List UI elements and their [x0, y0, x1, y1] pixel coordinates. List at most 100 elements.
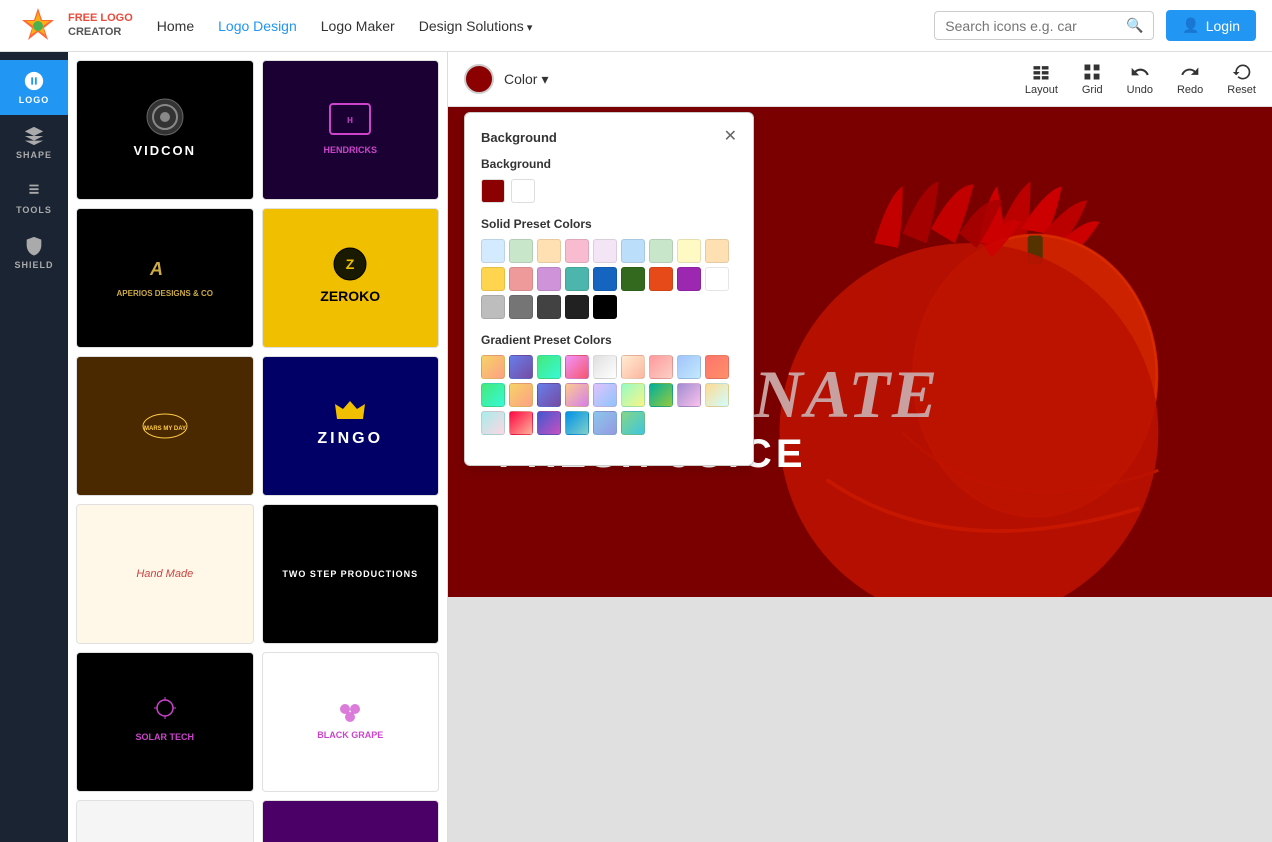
- gradient-swatch[interactable]: [649, 383, 673, 407]
- gradient-swatch[interactable]: [621, 355, 645, 379]
- solid-swatch[interactable]: [593, 239, 617, 263]
- solid-swatch[interactable]: [537, 267, 561, 291]
- solid-swatch[interactable]: [621, 239, 645, 263]
- solid-preset-section: Solid Preset Colors: [481, 217, 737, 319]
- solid-swatch[interactable]: [677, 239, 701, 263]
- solid-swatch[interactable]: [593, 267, 617, 291]
- aperios-icon: A: [145, 253, 185, 283]
- template-aperios[interactable]: A APERIOS DESIGNS & CO: [76, 208, 254, 348]
- bg-swatch-white[interactable]: [511, 179, 535, 203]
- toolbar-undo[interactable]: Undo: [1127, 62, 1153, 96]
- solid-swatch[interactable]: [481, 295, 505, 319]
- color-circle[interactable]: [464, 64, 494, 94]
- solid-swatch[interactable]: [565, 295, 589, 319]
- template-zingo[interactable]: ZINGO: [262, 356, 440, 496]
- sidebar-item-shape[interactable]: SHAPE: [0, 115, 68, 170]
- gradient-swatch[interactable]: [677, 383, 701, 407]
- zingo-label: ZINGO: [263, 424, 439, 454]
- sidebar-tools-label: TOOLS: [16, 205, 52, 215]
- main-layout: LOGO SHAPE TOOLS SHIELD: [0, 52, 1272, 842]
- solartech-icon: [150, 696, 180, 726]
- toolbar-redo[interactable]: Redo: [1177, 62, 1203, 96]
- nav-design-solutions[interactable]: Design Solutions: [419, 18, 533, 34]
- gradient-swatch[interactable]: [509, 411, 533, 435]
- gradient-swatch[interactable]: [705, 383, 729, 407]
- gradient-swatch[interactable]: [481, 355, 505, 379]
- toolbar-layout[interactable]: Layout: [1025, 62, 1058, 96]
- solid-swatch[interactable]: [509, 239, 533, 263]
- gradient-swatch[interactable]: [649, 355, 673, 379]
- template-handmade[interactable]: Hand Made: [76, 504, 254, 644]
- template-phonegame[interactable]: PHONE GAME: [262, 800, 440, 842]
- solid-swatch[interactable]: [649, 267, 673, 291]
- gradient-swatch[interactable]: [481, 411, 505, 435]
- hendricks-icon: H: [325, 99, 375, 139]
- gradient-swatch[interactable]: [481, 383, 505, 407]
- gradient-swatch[interactable]: [565, 383, 589, 407]
- gradient-swatch[interactable]: [705, 355, 729, 379]
- gradient-swatch[interactable]: [537, 355, 561, 379]
- gradient-swatch[interactable]: [593, 355, 617, 379]
- solid-swatch[interactable]: [537, 239, 561, 263]
- color-picker-close[interactable]: ✕: [724, 129, 737, 145]
- gradient-swatch[interactable]: [537, 383, 561, 407]
- login-button[interactable]: 👤 Login: [1166, 10, 1256, 41]
- gradient-swatch[interactable]: [621, 383, 645, 407]
- nav-logo-design[interactable]: Logo Design: [218, 18, 297, 34]
- layout-icon: [1031, 62, 1051, 82]
- solid-swatch[interactable]: [593, 295, 617, 319]
- gradient-swatch[interactable]: [593, 411, 617, 435]
- template-mars[interactable]: MARS MY DAY: [76, 356, 254, 496]
- template-vidcon[interactable]: VIDCON: [76, 60, 254, 200]
- toolbar-reset[interactable]: Reset: [1227, 62, 1256, 96]
- solid-color-grid: [481, 239, 737, 319]
- svg-text:A: A: [149, 259, 163, 279]
- logo-text-block: FREE LOGO CREATOR: [68, 12, 133, 38]
- color-dropdown[interactable]: Color ▾: [504, 71, 549, 88]
- nav-home[interactable]: Home: [157, 18, 194, 34]
- search-input[interactable]: [945, 18, 1126, 34]
- sidebar-item-tools[interactable]: TOOLS: [0, 170, 68, 225]
- sidebar-shape-label: SHAPE: [16, 150, 52, 160]
- template-solartech[interactable]: SOLAR TECH: [76, 652, 254, 792]
- template-twostep[interactable]: TWO STEP PRODUCTIONS: [262, 504, 440, 644]
- solid-swatch[interactable]: [481, 267, 505, 291]
- bg-swatches: [481, 179, 737, 203]
- bg-swatch-dark-red[interactable]: [481, 179, 505, 203]
- solid-swatch[interactable]: [705, 267, 729, 291]
- gradient-swatch[interactable]: [565, 411, 589, 435]
- solid-swatch[interactable]: [677, 267, 701, 291]
- sidebar-item-logo[interactable]: LOGO: [0, 60, 68, 115]
- blackgrape-label: BLACK GRAPE: [263, 724, 439, 746]
- template-zeroko[interactable]: Z ZEROKO: [262, 208, 440, 348]
- site-logo[interactable]: FREE LOGO CREATOR: [16, 4, 133, 48]
- solid-swatch[interactable]: [565, 239, 589, 263]
- gradient-swatch[interactable]: [677, 355, 701, 379]
- gradient-swatch[interactable]: [509, 383, 533, 407]
- solid-swatch[interactable]: [705, 239, 729, 263]
- gradient-swatch[interactable]: [537, 411, 561, 435]
- zeroko-icon: Z: [332, 246, 368, 282]
- gradient-preset-section: Gradient Preset Colors: [481, 333, 737, 435]
- template-greasegate[interactable]: G GREASE GARAGE AUTOMOTIVE.COM: [76, 800, 254, 842]
- sidebar-item-shield[interactable]: SHIELD: [0, 225, 68, 280]
- solid-swatch[interactable]: [565, 267, 589, 291]
- solid-swatch[interactable]: [537, 295, 561, 319]
- template-hendricks[interactable]: H HENDRICKS: [262, 60, 440, 200]
- toolbar-grid[interactable]: Grid: [1082, 62, 1103, 96]
- gradient-swatch[interactable]: [593, 383, 617, 407]
- solid-swatch[interactable]: [621, 267, 645, 291]
- solid-swatch[interactable]: [509, 267, 533, 291]
- search-bar[interactable]: 🔍: [934, 11, 1154, 40]
- logo-sidebar-icon: [23, 70, 45, 92]
- logo-icon: [16, 4, 60, 48]
- gradient-swatch[interactable]: [565, 355, 589, 379]
- template-blackgrape[interactable]: BLACK GRAPE: [262, 652, 440, 792]
- nav-logo-maker[interactable]: Logo Maker: [321, 18, 395, 34]
- gradient-swatch[interactable]: [509, 355, 533, 379]
- solid-swatch[interactable]: [481, 239, 505, 263]
- zeroko-label: ZEROKO: [263, 282, 439, 310]
- solid-swatch[interactable]: [649, 239, 673, 263]
- gradient-swatch[interactable]: [621, 411, 645, 435]
- solid-swatch[interactable]: [509, 295, 533, 319]
